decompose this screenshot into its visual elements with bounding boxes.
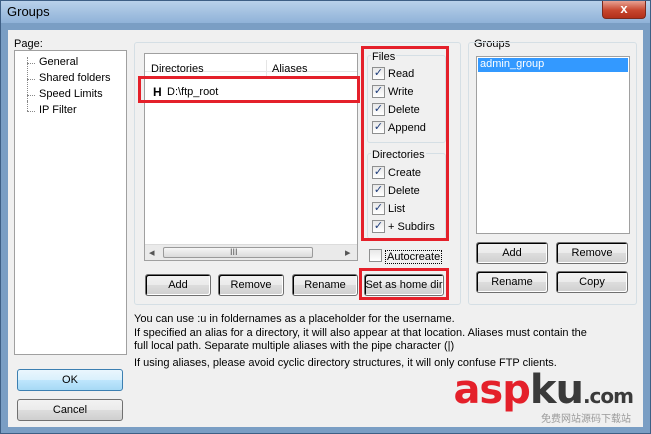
- ok-button[interactable]: OK: [17, 369, 123, 391]
- scroll-right-icon[interactable]: ▸: [345, 246, 351, 259]
- rename-group-button[interactable]: Rename: [476, 271, 548, 293]
- tree-item-ip-filter[interactable]: IP Filter: [39, 104, 77, 116]
- page-tree: General Shared folders Speed Limits IP F…: [14, 50, 127, 355]
- info-line-2: If specified an alias for a directory, i…: [134, 327, 587, 339]
- add-directory-button[interactable]: Add: [145, 274, 211, 296]
- group-name: admin_group: [480, 58, 545, 70]
- remove-group-button[interactable]: Remove: [556, 242, 628, 264]
- highlight-set-home-button: [359, 268, 449, 300]
- list-item[interactable]: admin_group: [478, 58, 628, 72]
- close-button[interactable]: x: [602, 1, 646, 19]
- info-line-3: full local path. Separate multiple alias…: [134, 340, 455, 352]
- groups-list[interactable]: admin_group: [476, 56, 630, 234]
- site-watermark-logo: aspku.com: [453, 367, 634, 413]
- watermark-subtitle: 免费网站源码下载站: [541, 414, 631, 425]
- add-group-button[interactable]: Add: [476, 242, 548, 264]
- tree-item-speed-limits[interactable]: Speed Limits: [39, 88, 103, 100]
- rename-directory-button[interactable]: Rename: [292, 274, 358, 296]
- watermark-text-a: asp: [453, 367, 530, 413]
- info-line-1: You can use :u in foldernames as a place…: [134, 313, 455, 325]
- highlight-permissions: [361, 46, 449, 241]
- copy-group-button[interactable]: Copy: [556, 271, 628, 293]
- tree-item-shared-folders[interactable]: Shared folders: [39, 72, 111, 84]
- autocreate-checkbox[interactable]: [369, 249, 382, 262]
- dialog-client: Page: General Shared folders Speed Limit…: [8, 30, 643, 427]
- watermark-text-c: .com: [582, 384, 634, 408]
- window-title: Groups: [7, 4, 50, 19]
- remove-directory-button[interactable]: Remove: [218, 274, 284, 296]
- page-label: Page:: [14, 38, 43, 50]
- col-directories[interactable]: Directories: [151, 63, 204, 75]
- tree-item-general[interactable]: General: [39, 56, 78, 68]
- scroll-thumb[interactable]: III: [163, 247, 313, 258]
- watermark-text-b: ku: [529, 367, 584, 413]
- title-bar[interactable]: Groups x: [1, 1, 650, 23]
- scroll-grip-icon: III: [230, 247, 238, 257]
- autocreate-label[interactable]: Autocreate: [385, 250, 443, 264]
- scroll-left-icon[interactable]: ◂: [149, 246, 155, 259]
- list-header: Directories Aliases: [145, 54, 357, 78]
- groups-window: Groups x Page: General Shared folders Sp…: [0, 0, 651, 434]
- highlight-directory-row: [138, 76, 360, 103]
- horizontal-scrollbar[interactable]: ◂ III ▸: [145, 244, 357, 260]
- cancel-button[interactable]: Cancel: [17, 399, 123, 421]
- col-aliases[interactable]: Aliases: [272, 63, 307, 75]
- close-icon: x: [620, 1, 628, 16]
